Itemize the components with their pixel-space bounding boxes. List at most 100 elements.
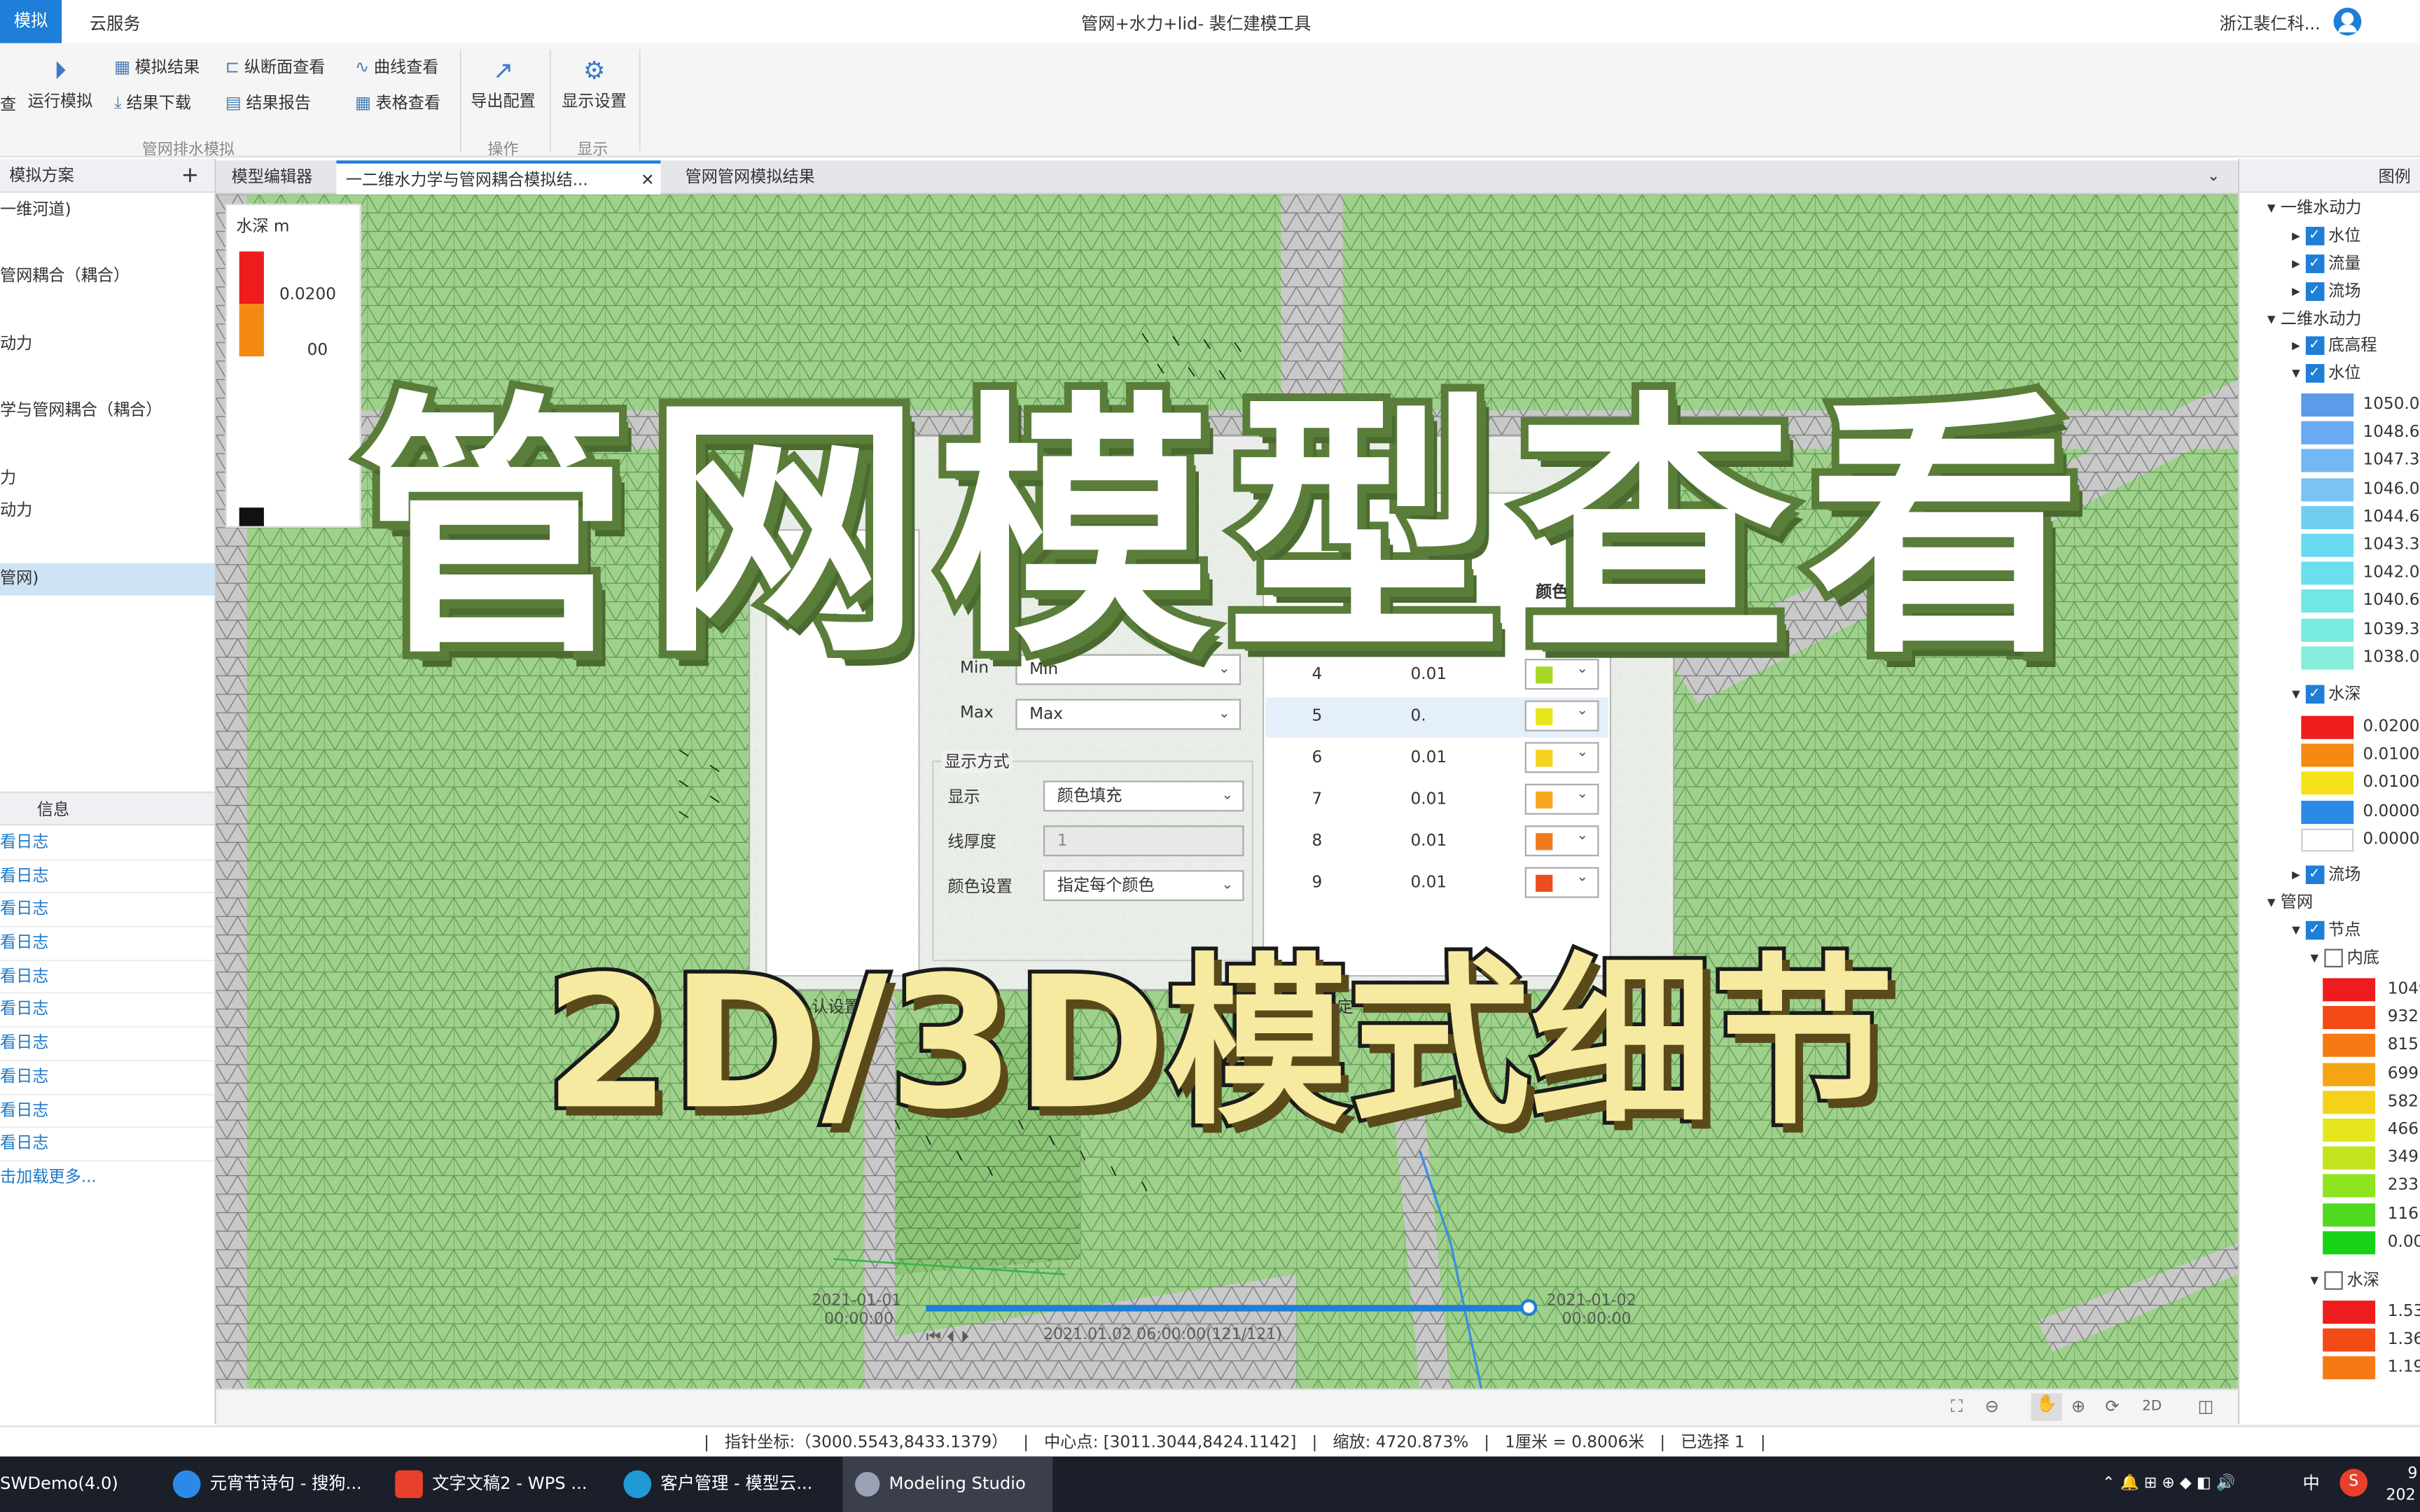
ribbon-clipped-label[interactable]: 查 <box>0 92 16 115</box>
ime-indicator[interactable]: 中 <box>2303 1457 2320 1512</box>
tree-item[interactable]: 动力 <box>0 496 214 529</box>
color-picker[interactable]: ⌄ <box>1524 783 1599 815</box>
tab-model-editor[interactable]: 模型编辑器 <box>222 160 321 194</box>
timeline-handle[interactable] <box>1520 1298 1538 1317</box>
log-link[interactable]: 看日志 <box>0 961 215 995</box>
tree-item[interactable] <box>0 529 214 563</box>
taskbar-app-wps[interactable]: 文字文稿2 - WPS ... <box>395 1457 608 1512</box>
tab-coupled-result[interactable]: 一二维水力学与管网耦合模拟结... ✕ <box>336 160 661 197</box>
checkbox-unchecked[interactable] <box>2323 1271 2342 1290</box>
checkbox-unchecked[interactable] <box>2323 948 2342 967</box>
color-table-row[interactable]: 6 0.01 ⌄ <box>1265 739 1608 779</box>
log-link[interactable]: 看日志 <box>0 1028 215 1062</box>
checkbox-checked[interactable]: ✓ <box>2305 282 2324 301</box>
add-scheme-button[interactable]: + <box>181 159 199 192</box>
legend-item-1d-flow[interactable]: ▸ ✓ 流量 <box>2292 250 2360 278</box>
checkbox-checked[interactable]: ✓ <box>2305 336 2324 355</box>
tab-cloud-service[interactable]: 云服务 <box>90 10 141 35</box>
log-link[interactable]: 看日志 <box>0 894 215 927</box>
taskbar-app-swdemo[interactable]: SWDemo(4.0) <box>0 1457 118 1512</box>
user-name[interactable]: 浙江裴仁科... <box>2219 10 2320 35</box>
log-link[interactable]: 看日志 <box>0 927 215 961</box>
log-link[interactable]: 看日志 <box>0 1061 215 1095</box>
timeline-controls[interactable]: ⏮ ⏴ ⏵ <box>926 1327 969 1349</box>
legend-group-1d[interactable]: ▾ 一维水动力 <box>2267 195 2362 223</box>
color-picker[interactable]: ⌄ <box>1524 825 1599 857</box>
run-simulation-button[interactable]: ⏵ 运行模拟 <box>25 55 95 113</box>
checkbox-checked[interactable]: ✓ <box>2305 254 2324 274</box>
checkbox-checked[interactable]: ✓ <box>2305 865 2324 884</box>
legend-item-1d-wl[interactable]: ▸ ✓ 水位 <box>2292 222 2360 250</box>
tree-item[interactable]: 动力 <box>0 328 214 362</box>
legend-group-pipe[interactable]: ▾ 管网 <box>2267 889 2313 917</box>
checkbox-checked[interactable]: ✓ <box>2305 227 2324 246</box>
legend-item-2d-wl[interactable]: ▾ ✓ 水位 <box>2292 360 2360 388</box>
log-link[interactable]: 看日志 <box>0 827 215 861</box>
simulation-result-button[interactable]: ▦ 模拟结果 <box>114 55 200 78</box>
tree-item[interactable] <box>0 428 214 462</box>
line-thickness-input[interactable]: 1 <box>1043 825 1244 857</box>
checkbox-checked[interactable]: ✓ <box>2305 685 2324 704</box>
taskbar-app-sogou[interactable]: 元宵节诗句 - 搜狗... <box>172 1457 383 1512</box>
chevron-down-icon[interactable]: ⌄ <box>2198 160 2230 194</box>
legend-swatch <box>2301 393 2354 417</box>
taskbar-app-edge[interactable]: 客户管理 - 模型云... <box>623 1457 833 1512</box>
log-link[interactable]: 看日志 <box>0 860 215 895</box>
log-link[interactable]: 看日志 <box>0 1095 215 1128</box>
tab-pipe-result[interactable]: 管网管网模拟结果 <box>676 160 824 194</box>
checkbox-checked[interactable]: ✓ <box>2305 920 2324 940</box>
tree-item-selected[interactable]: 管网) <box>0 562 215 596</box>
tray-icons[interactable]: ⌃ 🔔 ⊞ ⊕ ◆ ◧ 🔊 <box>2102 1457 2235 1512</box>
rotate-icon[interactable]: ⟳ <box>2105 1396 2119 1417</box>
load-more-link[interactable]: 击加载更多... <box>0 1161 214 1195</box>
taskbar-app-modeling-studio[interactable]: Modeling Studio <box>842 1456 1053 1512</box>
tree-item[interactable]: 一维河道) <box>0 195 214 228</box>
tree-item[interactable] <box>0 362 214 396</box>
log-link[interactable]: 看日志 <box>0 1128 215 1162</box>
log-link[interactable]: 看日志 <box>0 994 215 1028</box>
chevron-down-icon: ⌄ <box>1221 788 1234 804</box>
legend-item-water-depth[interactable]: ▾ 水深 <box>2311 1267 2379 1295</box>
legend-item-1d-field[interactable]: ▸ ✓ 流场 <box>2292 278 2360 306</box>
timeline-start-time: 00:00:00 <box>823 1311 894 1329</box>
tree-item[interactable]: 管网耦合（耦合） <box>0 261 214 295</box>
timeline-slider[interactable] <box>926 1305 1531 1312</box>
status-bar: | 指针坐标:（3000.5543,8433.1379） | 中心点: [301… <box>0 1425 2420 1457</box>
close-icon[interactable]: ✕ <box>641 164 654 197</box>
tree-item[interactable] <box>0 596 214 629</box>
tree-item[interactable]: 学与管网耦合（耦合） <box>0 396 214 429</box>
result-report-button[interactable]: ▤ 结果报告 <box>225 91 311 114</box>
color-picker[interactable]: ⌄ <box>1524 742 1599 774</box>
legend-value: 1039.3 <box>2363 620 2420 638</box>
checkbox-checked[interactable]: ✓ <box>2305 364 2324 383</box>
mode-2d-button[interactable]: 2D <box>2142 1399 2162 1415</box>
browser-icon <box>172 1470 201 1499</box>
split-view-icon[interactable]: ◫ <box>2198 1396 2214 1417</box>
legend-item-inner-bottom[interactable]: ▾ 内底 <box>2311 944 2379 972</box>
tree-item[interactable] <box>0 228 214 262</box>
tab-simulate[interactable]: 模拟 <box>0 0 62 43</box>
legend-item-node[interactable]: ▾ ✓ 节点 <box>2292 916 2360 944</box>
section-view-button[interactable]: ⊏ 纵断面查看 <box>225 55 326 78</box>
display-select[interactable]: 颜色填充 ⌄ <box>1043 780 1244 812</box>
legend-item-depth[interactable]: ▾ ✓ 水深 <box>2292 680 2360 708</box>
legend-item-2d-field[interactable]: ▸ ✓ 流场 <box>2292 861 2360 889</box>
color-picker[interactable]: ⌄ <box>1524 867 1599 898</box>
legend-group-2d[interactable]: ▾ 二维水动力 <box>2267 305 2362 333</box>
pan-hand-icon[interactable]: ✋ <box>2031 1393 2062 1421</box>
zoom-in-icon[interactable]: ⊕ <box>2071 1396 2085 1417</box>
curve-view-button[interactable]: ∿ 曲线查看 <box>355 55 439 78</box>
avatar[interactable] <box>2333 8 2362 36</box>
table-view-button[interactable]: ▦ 表格查看 <box>355 91 440 114</box>
tree-item[interactable] <box>0 295 214 328</box>
antivirus-icon[interactable]: S <box>2339 1469 2368 1497</box>
display-settings-button[interactable]: ⚙ 显示设置 <box>555 55 632 113</box>
color-table-row[interactable]: 8 0.01 ⌄ <box>1265 822 1608 862</box>
result-download-button[interactable]: ⤓ 结果下载 <box>114 91 191 114</box>
legend-item-bed[interactable]: ▸ ✓ 底高程 <box>2292 332 2377 360</box>
fit-extent-icon[interactable]: ⛶ <box>1951 1396 1963 1418</box>
export-config-button[interactable]: ↗ 导出配置 <box>466 55 541 113</box>
tree-item[interactable]: 力 <box>0 462 214 496</box>
zoom-extent-icon[interactable]: ⊖ <box>1984 1396 1998 1417</box>
color-table-row[interactable]: 7 0.01 ⌄ <box>1265 780 1608 820</box>
